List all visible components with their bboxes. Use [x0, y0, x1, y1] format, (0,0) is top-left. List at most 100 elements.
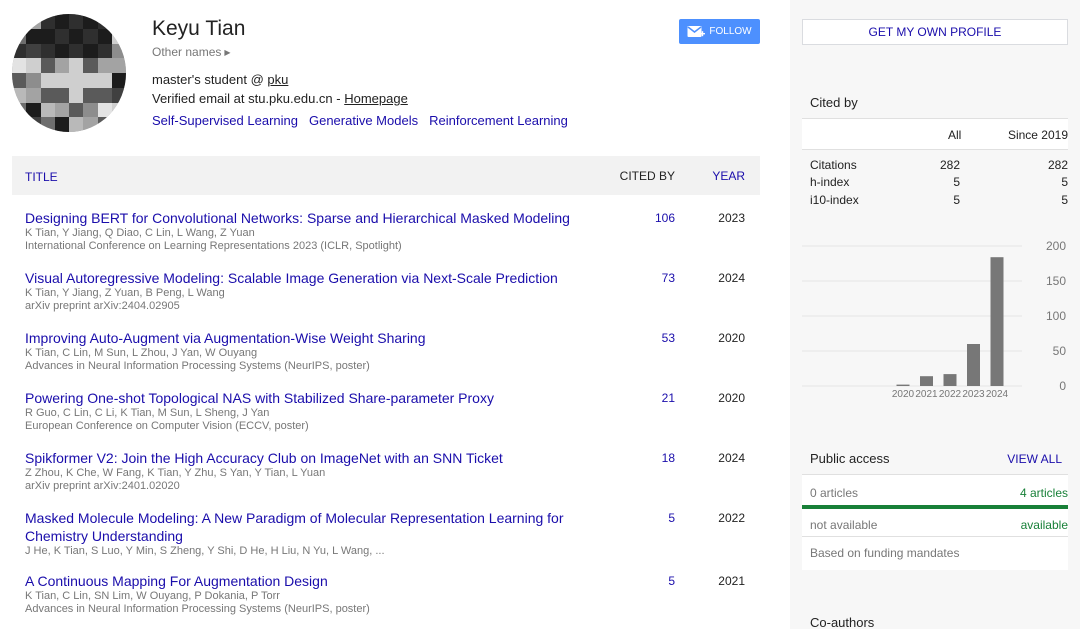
get-my-own-profile-button[interactable]: GET MY OWN PROFILE	[802, 19, 1068, 45]
chart-y-tick-label: 0	[1059, 379, 1066, 393]
article-title[interactable]: Improving Auto-Augment via Augmentation-…	[25, 329, 585, 347]
chart-y-tick-label: 150	[1046, 274, 1066, 288]
verified-email: Verified email at stu.pku.edu.cn - Homep…	[152, 91, 408, 106]
articles-available-count[interactable]: 4 articles	[1020, 486, 1068, 500]
article-title[interactable]: Spikformer V2: Join the High Accuracy Cl…	[25, 449, 585, 467]
cited-by-count[interactable]: 53	[662, 331, 675, 345]
stat-label[interactable]: Citations	[810, 158, 857, 172]
article-authors: K Tian, C Lin, SN Lim, W Ouyang, P Dokan…	[25, 590, 280, 602]
chart-bar[interactable]	[896, 384, 910, 386]
article-title[interactable]: Designing BERT for Convolutional Network…	[25, 209, 585, 227]
article-meta: K Tian, Y Jiang, Z Yuan, B Peng, L Wang …	[25, 287, 225, 313]
article-meta: J He, K Tian, S Luo, Y Min, S Zheng, Y S…	[25, 545, 385, 558]
article-meta: Z Zhou, K Che, W Fang, K Tian, Y Zhu, S …	[25, 467, 325, 493]
co-authors-title: Co-authors	[810, 615, 875, 630]
article-venue: Advances in Neural Information Processin…	[25, 603, 370, 615]
article-venue: arXiv preprint arXiv:2404.02905	[25, 300, 180, 312]
citations-per-year-chart: 0 50 100 150 200 2020 2021 2022 2023 2024	[802, 239, 1067, 400]
affiliation-link[interactable]: pku	[267, 72, 288, 87]
avatar[interactable]	[12, 14, 126, 132]
stat-all: 5	[953, 193, 960, 207]
article-authors: Z Zhou, K Che, W Fang, K Tian, Y Zhu, S …	[25, 467, 326, 479]
article-year: 2020	[718, 331, 745, 345]
article-venue: European Conference on Computer Vision (…	[25, 420, 309, 432]
col-all-header: All	[948, 128, 962, 142]
chart-bar[interactable]	[943, 374, 957, 386]
chart-y-tick-label: 200	[1046, 239, 1066, 253]
stat-label[interactable]: i10-index	[810, 193, 859, 207]
article-year: 2024	[718, 271, 745, 285]
stat-all: 5	[953, 175, 960, 189]
interest-link[interactable]: Self-Supervised Learning	[152, 113, 298, 128]
cited-by-count[interactable]: 106	[655, 211, 675, 225]
article-authors: K Tian, C Lin, M Sun, L Zhou, J Yan, W O…	[25, 347, 258, 359]
chart-x-tick-label: 2023	[962, 389, 985, 400]
article-authors: R Guo, C Lin, C Li, K Tian, M Sun, L She…	[25, 407, 270, 419]
article-meta: K Tian, C Lin, SN Lim, W Ouyang, P Dokan…	[25, 590, 370, 616]
article-authors: K Tian, Y Jiang, Z Yuan, B Peng, L Wang	[25, 287, 225, 299]
cited-by-title: Cited by	[810, 95, 858, 110]
affiliation-prefix: master's student @	[152, 72, 268, 87]
research-interests: Self-Supervised Learning Generative Model…	[152, 113, 579, 128]
article-year: 2020	[718, 391, 745, 405]
public-access-panel: 0 articles 4 articles not available avai…	[802, 474, 1068, 570]
chart-y-tick-label: 50	[1053, 344, 1067, 358]
stat-since: 282	[1047, 158, 1068, 172]
interest-link[interactable]: Reinforcement Learning	[429, 113, 568, 128]
sort-year-header[interactable]: YEAR	[712, 169, 745, 183]
other-names-label: Other names	[152, 45, 222, 59]
article-meta: R Guo, C Lin, C Li, K Tian, M Sun, L She…	[25, 407, 309, 433]
follow-button[interactable]: FOLLOW	[679, 19, 760, 44]
divider	[802, 536, 1068, 537]
stat-label[interactable]: h-index	[810, 175, 849, 189]
public-access-progress-bar	[802, 505, 1068, 509]
article-venue: International Conference on Learning Rep…	[25, 240, 402, 252]
caret-right-icon: ▶	[224, 48, 231, 57]
articles-table-header: TITLE CITED BY YEAR	[12, 156, 760, 195]
affiliation: master's student @ pku	[152, 72, 288, 87]
cited-by-count[interactable]: 73	[662, 271, 675, 285]
main-panel: Keyu Tian Other names ▶ master's student …	[0, 0, 790, 629]
chart-x-tick-label: 2020	[892, 389, 915, 400]
cited-by-count[interactable]: 18	[662, 451, 675, 465]
stats-row: h-index 5 5	[802, 175, 1068, 192]
other-names-toggle[interactable]: Other names ▶	[152, 45, 231, 59]
interest-link[interactable]: Generative Models	[309, 113, 418, 128]
stats-row: Citations 282 282	[802, 158, 1068, 175]
citation-stats-header: All Since 2019	[802, 118, 1068, 150]
cited-by-count[interactable]: 5	[668, 574, 675, 588]
email-follow-icon	[687, 25, 706, 37]
sort-title-header[interactable]: TITLE	[25, 170, 58, 184]
article-venue: Advances in Neural Information Processin…	[25, 360, 370, 372]
chart-bar[interactable]	[990, 257, 1004, 386]
article-title[interactable]: Masked Molecule Modeling: A New Paradigm…	[25, 509, 585, 545]
chart-x-tick-label: 2021	[915, 389, 938, 400]
sort-cited-by-header[interactable]: CITED BY	[620, 169, 675, 183]
chart-y-tick-label: 100	[1046, 309, 1066, 323]
article-meta: K Tian, C Lin, M Sun, L Zhou, J Yan, W O…	[25, 347, 370, 373]
chart-x-tick-label: 2024	[986, 389, 1009, 400]
article-title[interactable]: Visual Autoregressive Modeling: Scalable…	[25, 269, 585, 287]
available-label: available	[1020, 518, 1068, 532]
article-authors: J He, K Tian, S Luo, Y Min, S Zheng, Y S…	[25, 545, 385, 557]
articles-not-available-count: 0 articles	[810, 486, 859, 500]
homepage-link[interactable]: Homepage	[344, 91, 408, 106]
not-available-label: not available	[810, 518, 878, 532]
funding-mandates-note: Based on funding mandates	[810, 546, 960, 560]
chart-bar[interactable]	[967, 344, 980, 386]
article-year: 2023	[718, 211, 745, 225]
article-year: 2021	[718, 574, 745, 588]
chart-bar[interactable]	[920, 376, 933, 386]
public-access-title: Public access	[810, 451, 890, 466]
sidebar: GET MY OWN PROFILE Cited by All Since 20…	[790, 0, 1080, 630]
cited-by-count[interactable]: 21	[662, 391, 675, 405]
article-title[interactable]: Powering One-shot Topological NAS with S…	[25, 389, 585, 407]
chart-x-tick-label: 2022	[939, 389, 962, 400]
cited-by-count[interactable]: 5	[668, 511, 675, 525]
article-year: 2022	[718, 511, 745, 525]
stat-since: 5	[1061, 193, 1068, 207]
follow-label: FOLLOW	[709, 26, 752, 37]
view-all-link[interactable]: VIEW ALL	[1007, 452, 1062, 466]
stat-since: 5	[1061, 175, 1068, 189]
article-title[interactable]: A Continuous Mapping For Augmentation De…	[25, 572, 585, 590]
